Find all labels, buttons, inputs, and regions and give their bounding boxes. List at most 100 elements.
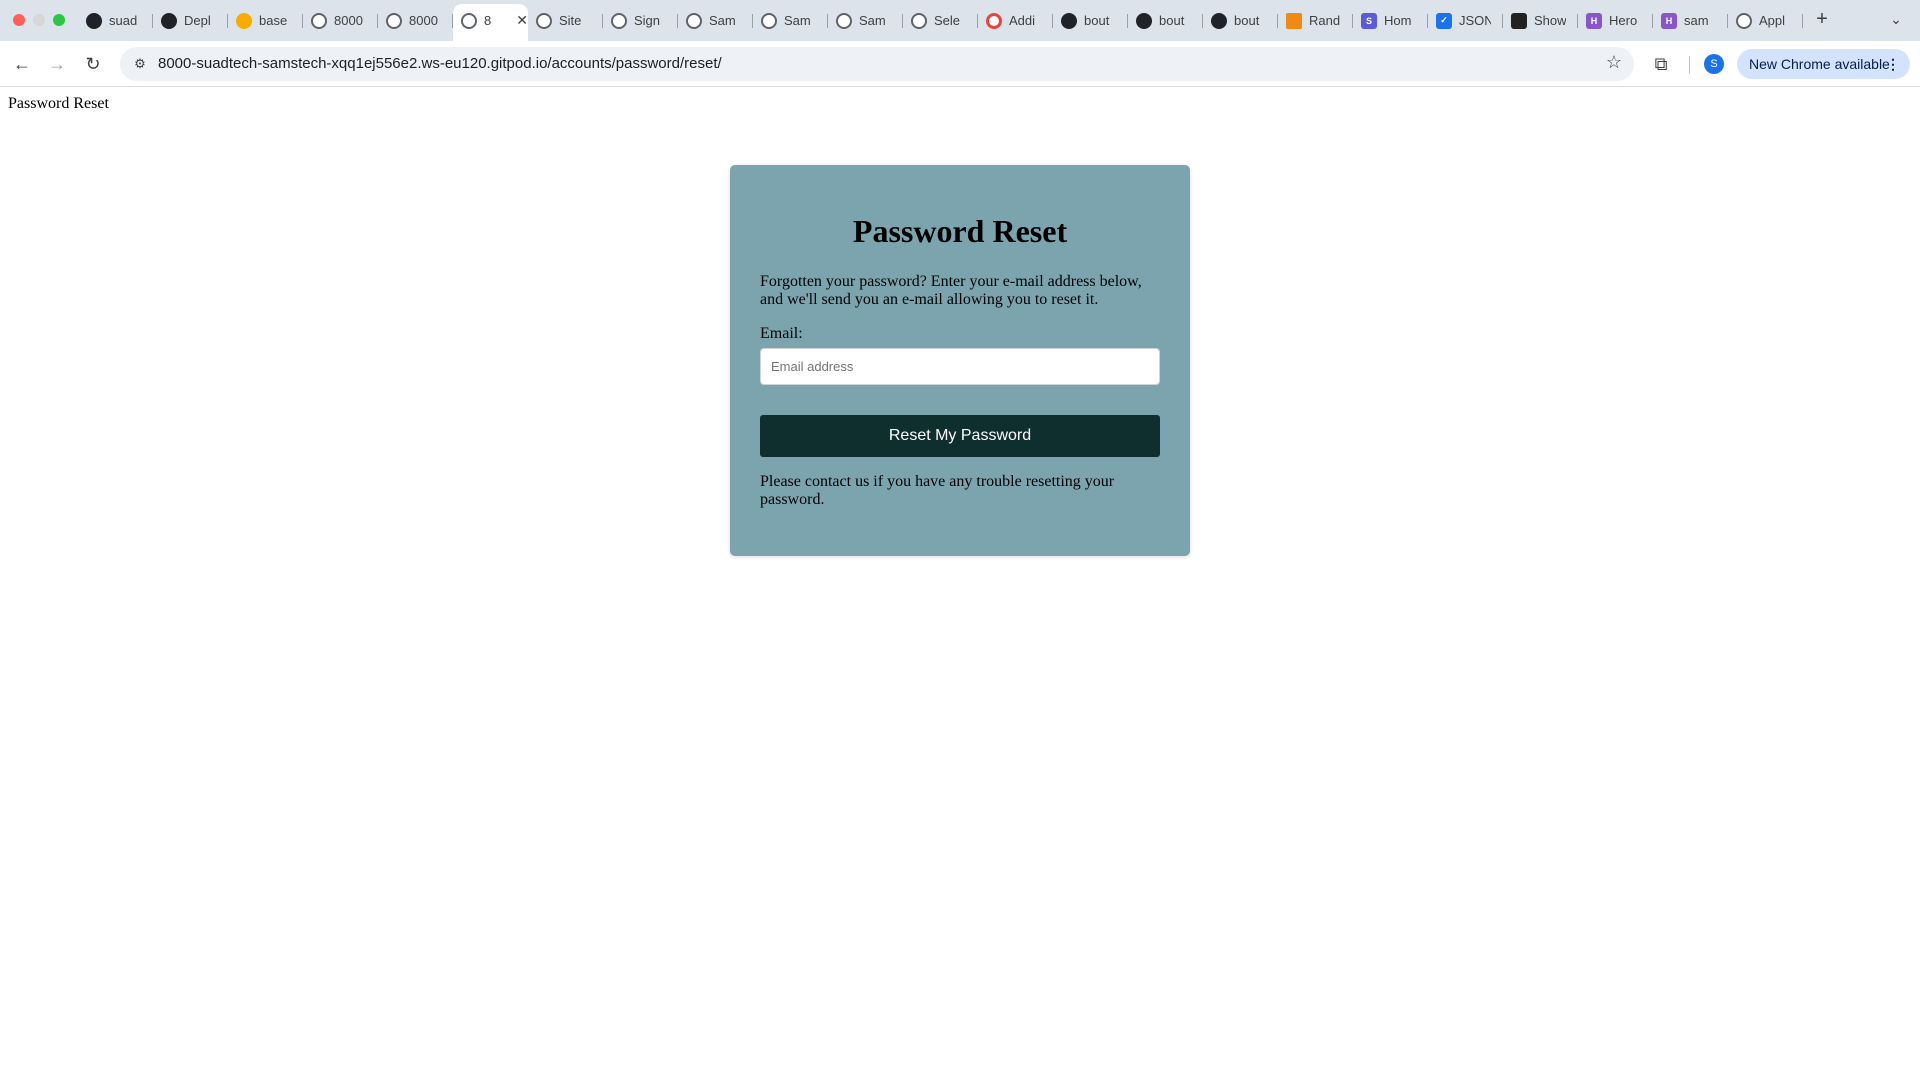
tab[interactable]: ✓ JSON (1428, 4, 1503, 37)
tab[interactable]: Sele (903, 4, 978, 37)
tab-label: Addi (1009, 13, 1036, 28)
profile-avatar[interactable]: S (1704, 54, 1724, 74)
more-menu-icon: ⋮ (1886, 56, 1900, 72)
globe-icon (611, 12, 627, 29)
tab-label: Rand (1309, 13, 1341, 28)
window-close-button[interactable] (13, 14, 25, 26)
tab[interactable]: Sam (678, 4, 753, 37)
github-icon (86, 12, 102, 29)
tab-label: Show (1534, 13, 1566, 28)
tab[interactable]: Sam (753, 4, 828, 37)
random-icon (1286, 12, 1302, 29)
tab-label: Sign (634, 13, 661, 28)
tab[interactable]: Hsam (1653, 4, 1728, 37)
globe-icon (311, 12, 327, 29)
tab-label: Hero (1609, 13, 1638, 28)
help-text: Please contact us if you have any troubl… (760, 473, 1115, 508)
browser-toolbar: ← → ↻ ⚙ 8000-suadtech-samstech-xqq1ej556… (0, 41, 1920, 87)
tab-label: Sam (859, 13, 886, 28)
tab[interactable]: 8000 (378, 4, 453, 37)
email-label: Email: (760, 325, 803, 342)
tab[interactable]: Sign (603, 4, 678, 37)
tab-list: suad Depl base 8000 8000 8 ✕ Site Sign Sam Sam Sam S… (78, 4, 1803, 41)
tab[interactable]: Sam (828, 4, 903, 37)
tab[interactable]: Site (528, 4, 603, 37)
reset-password-button[interactable]: Reset My Password (760, 415, 1160, 457)
github-icon (1211, 12, 1227, 29)
tab-strip: suad Depl base 8000 8000 8 ✕ Site Sign Sam Sam Sam S… (0, 0, 1920, 41)
tab[interactable]: Rand (1278, 4, 1353, 37)
tab[interactable]: Show (1503, 4, 1578, 37)
password-reset-card: Password Reset Forgotten your password? … (730, 165, 1190, 556)
arrow-right-icon: → (48, 54, 66, 74)
card-title: Password Reset (852, 213, 1068, 249)
new-tab-button[interactable]: + (1810, 6, 1834, 32)
globe-icon (461, 12, 477, 29)
tab[interactable]: bout (1053, 4, 1128, 37)
globe-icon (1736, 12, 1752, 29)
back-button[interactable]: ← (8, 50, 36, 78)
page-heading: Password Reset (8, 95, 109, 112)
tab-label: 8 (484, 13, 492, 28)
tab-label: bout (1084, 13, 1110, 28)
address-bar[interactable]: ⚙ 8000-suadtech-samstech-xqq1ej556e2.ws-… (120, 47, 1634, 81)
tab[interactable]: 8000 (303, 4, 378, 37)
tab-label: base (259, 13, 288, 28)
tab[interactable]: Appl (1728, 4, 1803, 37)
tab-label: Depl (184, 13, 211, 28)
github-icon (1136, 12, 1152, 29)
tab-label: Sam (709, 13, 736, 28)
tab-search-button[interactable]: ⌄ (1884, 6, 1908, 32)
globe-icon (536, 12, 552, 29)
tab[interactable]: S Hom (1353, 4, 1428, 37)
reload-button[interactable]: ↻ (79, 50, 107, 78)
card-intro-text: Forgotten your password? Enter your e-ma… (760, 273, 1142, 308)
logo-icon (1511, 12, 1527, 29)
tab[interactable]: bout (1203, 4, 1278, 37)
tab-label: sam (1684, 13, 1709, 28)
globe-icon (686, 12, 702, 29)
github-icon (161, 12, 177, 29)
tab-label: Site (559, 13, 582, 28)
heroku-icon: H (1661, 12, 1677, 29)
toolbar-divider (1689, 56, 1690, 74)
globe-icon (836, 12, 852, 29)
extensions-puzzle-icon[interactable]: ⧉ (1649, 52, 1673, 76)
close-tab-icon[interactable]: ✕ (516, 12, 528, 29)
tab-label: suad (109, 13, 138, 28)
tab[interactable]: suad (78, 4, 153, 37)
tab[interactable]: bout (1128, 4, 1203, 37)
tab-label: bout (1159, 13, 1185, 28)
checkbox-icon: ✓ (1436, 12, 1452, 29)
email-field[interactable] (760, 348, 1160, 385)
tab[interactable]: Depl (153, 4, 228, 37)
tab[interactable]: Addi (978, 4, 1053, 37)
tab-label: Hom (1384, 13, 1412, 28)
tab-label: Appl (1759, 13, 1786, 28)
window-zoom-button[interactable] (53, 14, 65, 26)
tab-active[interactable]: 8 ✕ (453, 4, 528, 41)
forward-button[interactable]: → (43, 50, 71, 78)
tab-label: 8000 (409, 13, 438, 28)
github-icon (1061, 12, 1077, 29)
url-text[interactable]: 8000-suadtech-samstech-xqq1ej556e2.ws-eu… (158, 55, 722, 72)
tab-label: JSON (1459, 13, 1491, 28)
globe-icon (386, 12, 402, 29)
tab[interactable]: base (228, 4, 303, 37)
window-minimize-button[interactable] (33, 14, 45, 26)
globe-icon (911, 12, 927, 29)
update-label: New Chrome available (1749, 56, 1890, 72)
tab-label: Sam (784, 13, 811, 28)
heroku-icon: H (1586, 12, 1602, 29)
opera-icon (986, 12, 1002, 29)
tab[interactable]: H Hero (1578, 4, 1653, 37)
tab-label: 8000 (334, 13, 363, 28)
globe-icon (761, 12, 777, 29)
reload-icon: ↻ (85, 54, 101, 74)
firebase-icon (236, 12, 252, 29)
site-info-icon[interactable]: ⚙ (130, 54, 150, 74)
bookmark-star-icon[interactable]: ☆ (1606, 52, 1622, 73)
tab-label: bout (1234, 13, 1260, 28)
chrome-update-button[interactable]: New Chrome available ⋮ (1737, 49, 1910, 79)
arrow-left-icon: ← (13, 54, 31, 74)
